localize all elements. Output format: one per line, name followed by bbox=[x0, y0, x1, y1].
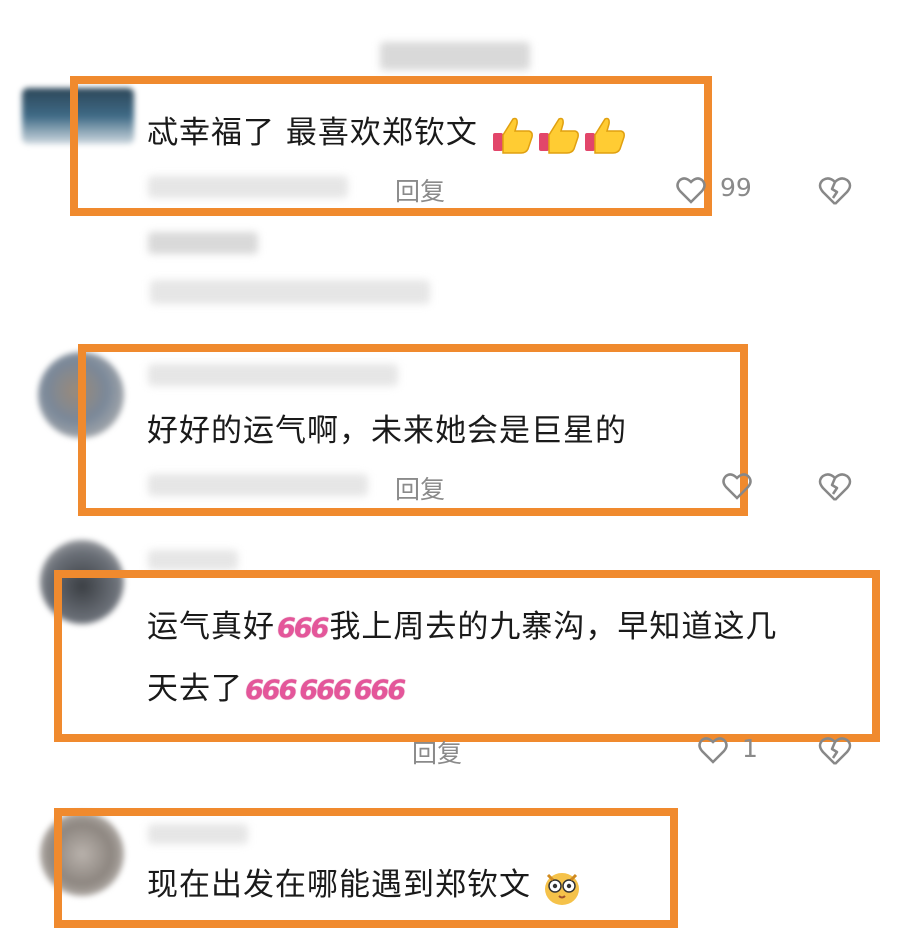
heart-outline-icon[interactable] bbox=[722, 472, 752, 504]
thumbs-up-emoji bbox=[583, 115, 627, 155]
heart-outline-icon[interactable] bbox=[676, 176, 706, 208]
blurred-username bbox=[148, 232, 258, 254]
shocked-owl-emoji bbox=[542, 867, 582, 907]
broken-heart-icon[interactable] bbox=[818, 472, 852, 506]
broken-heart-icon[interactable] bbox=[818, 736, 852, 770]
comment-text: 忒幸福了 最喜欢郑钦文 bbox=[147, 104, 627, 162]
six-emoji: 666 bbox=[299, 674, 351, 706]
comment-text: 好好的运气啊，未来她会是巨星的 bbox=[147, 413, 627, 449]
reply-button[interactable]: 回复 bbox=[395, 470, 445, 506]
broken-heart-icon[interactable] bbox=[818, 176, 852, 210]
blurred-username bbox=[380, 42, 530, 70]
comment-text: 现在出发在哪能遇到郑钦文 bbox=[147, 856, 582, 914]
comment-text: 运气真好666我上周去的九寨沟，早知道这几 bbox=[147, 598, 777, 658]
like-count: 99 bbox=[720, 173, 752, 202]
six-emoji: 666 bbox=[245, 674, 297, 706]
heart-outline-icon[interactable] bbox=[698, 736, 728, 768]
blurred-meta bbox=[148, 176, 348, 198]
blurred-username bbox=[148, 550, 238, 570]
like-count: 1 bbox=[742, 734, 758, 763]
thumbs-up-emoji bbox=[537, 115, 581, 155]
six-emoji: 666 bbox=[277, 612, 329, 644]
blurred-meta bbox=[148, 474, 368, 496]
comment-text-line2: 天去了666 666 666 bbox=[147, 660, 406, 720]
six-emoji: 666 bbox=[353, 674, 406, 706]
blurred-text bbox=[150, 280, 430, 304]
thumbs-up-emoji bbox=[491, 115, 535, 155]
reply-button[interactable]: 回复 bbox=[412, 734, 462, 770]
reply-button[interactable]: 回复 bbox=[395, 172, 445, 208]
